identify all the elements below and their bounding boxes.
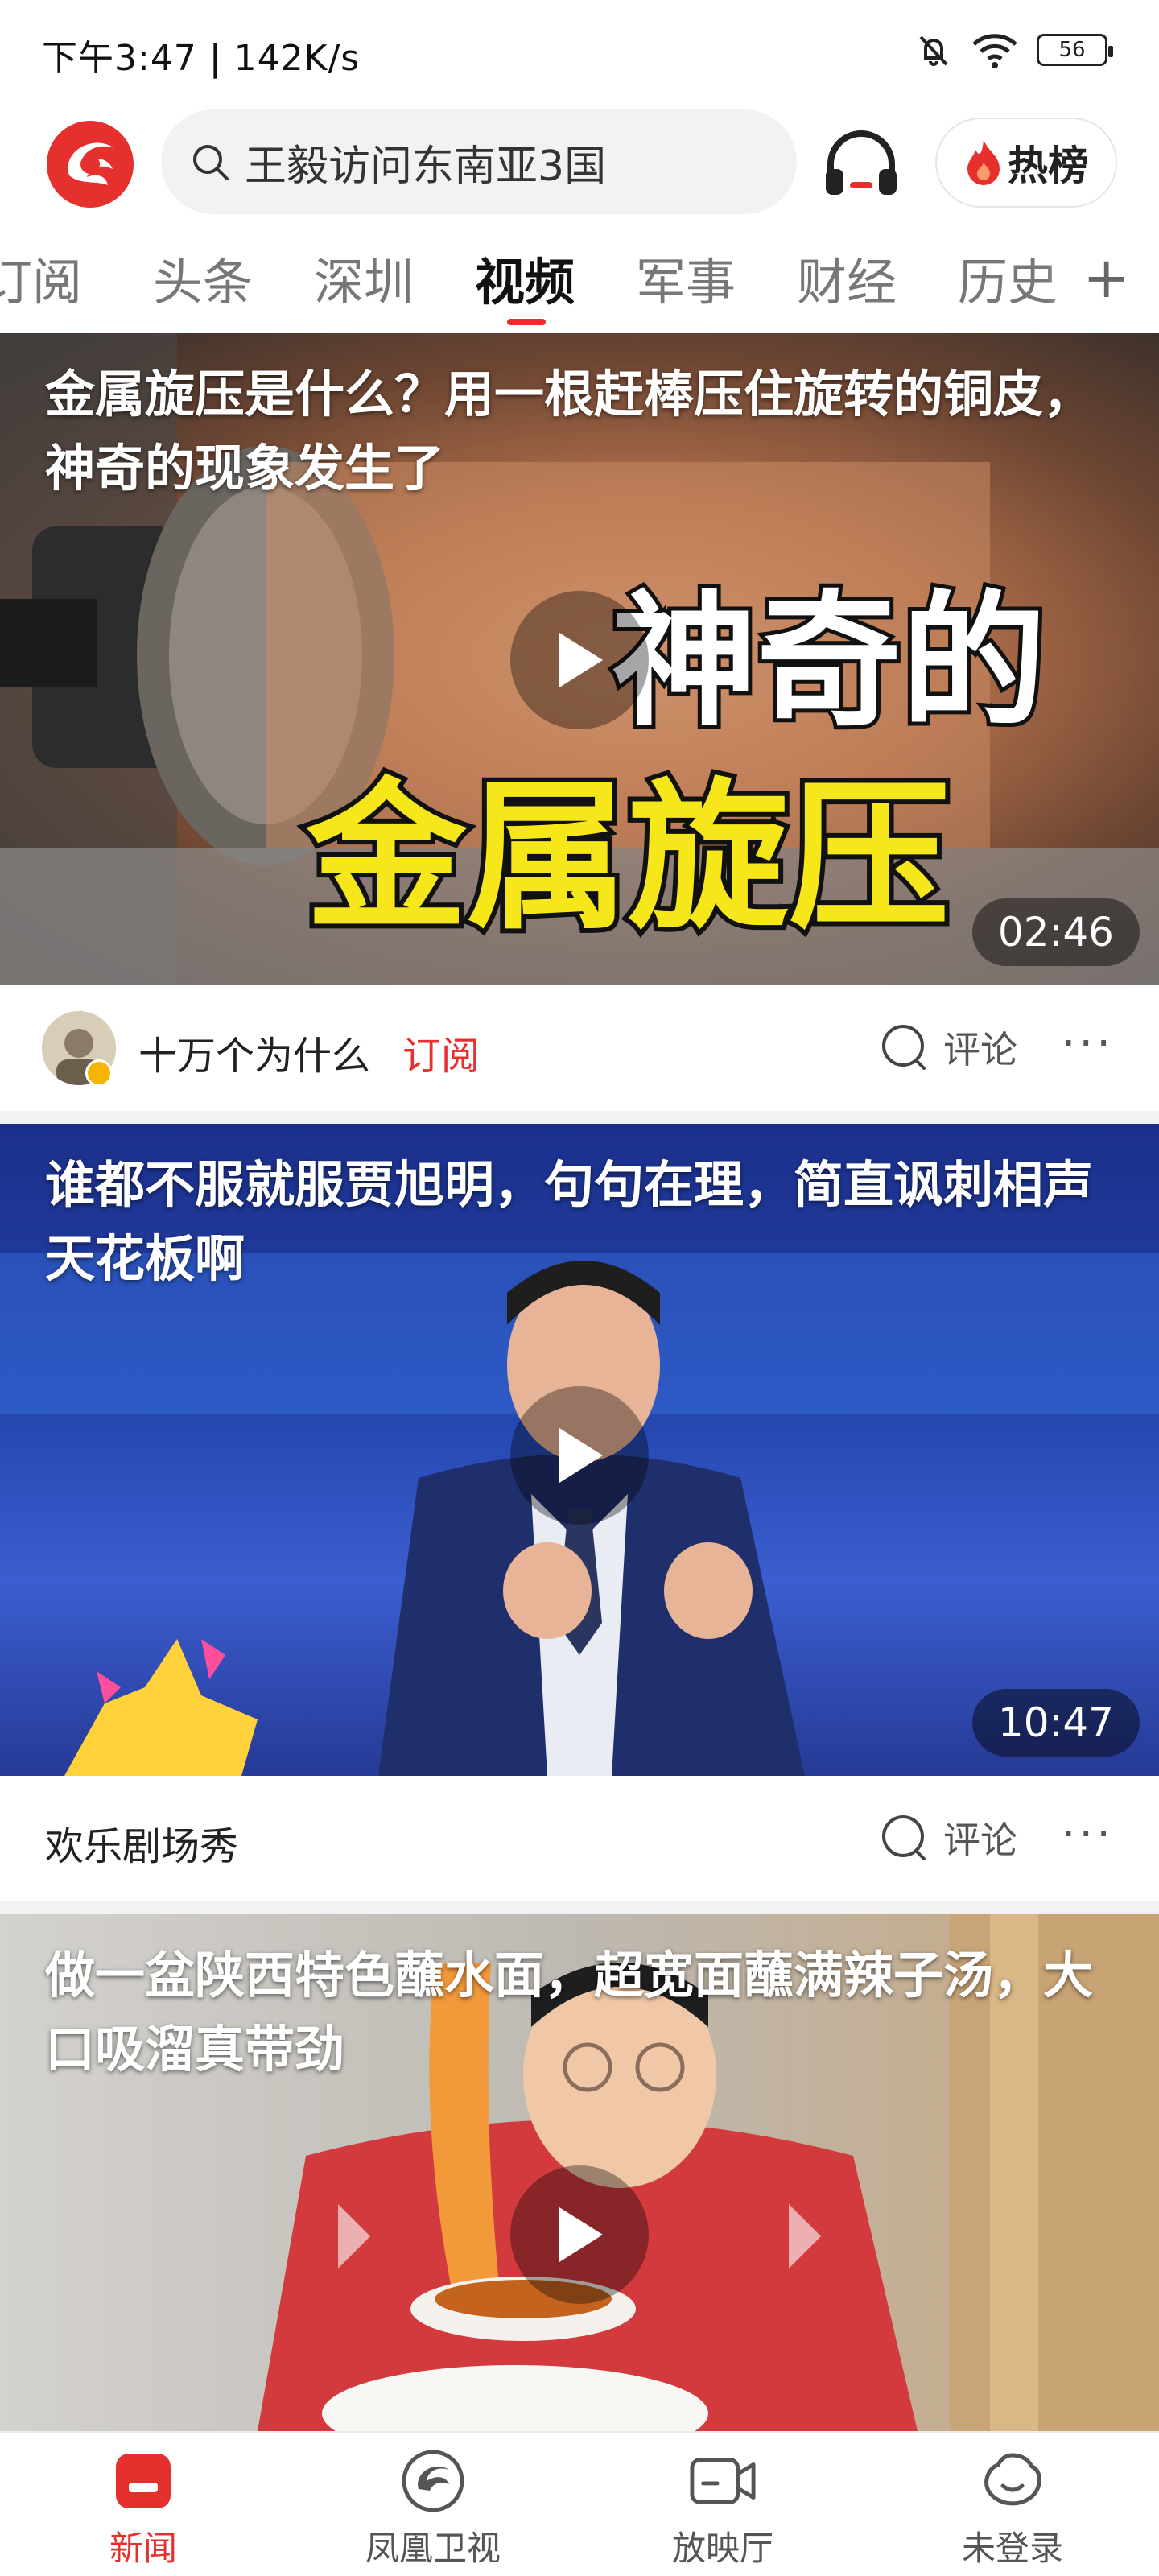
- bottom-navigation: 新闻 凤凰卫视 放映厅 未登录: [0, 2431, 1159, 2576]
- play-icon: [559, 633, 603, 687]
- author-name[interactable]: 欢乐剧场秀: [45, 1814, 238, 1871]
- video-duration: 02:46: [971, 898, 1140, 966]
- verified-badge-icon: [85, 1059, 113, 1087]
- battery-indicator: 56: [1037, 34, 1113, 66]
- video-meta: 欢乐剧场秀 评论 ···: [0, 1776, 1159, 1905]
- nav-news[interactable]: 新闻: [63, 2447, 224, 2570]
- overlay-text-1: 神奇的: [612, 578, 1046, 746]
- tab-finance[interactable]: 财经: [797, 242, 897, 314]
- video-thumbnail[interactable]: 神奇的 金属旋压 金属旋压是什么？用一根赶棒压住旋转的铜皮，神奇的现象发生了 0…: [0, 333, 1159, 985]
- tab-headlines[interactable]: 头条: [153, 242, 253, 314]
- app-header: 王毅访问东南亚3国 热榜: [0, 109, 1159, 217]
- phoenix-tv-icon: [402, 2450, 464, 2512]
- active-tab-indicator: [507, 319, 546, 325]
- tab-history[interactable]: 历史: [958, 242, 1058, 314]
- video-title: 谁都不服就服贾旭明，句句在理，简直讽刺相声天花板啊: [45, 1155, 1094, 1288]
- tab-video[interactable]: 视频: [475, 242, 575, 314]
- play-button[interactable]: [510, 2165, 649, 2304]
- status-bar: 下午3:47 | 142K/s 56: [0, 0, 1159, 103]
- nav-news-label: 新闻: [109, 2529, 177, 2568]
- video-title: 做一盆陕西特色蘸水面，超宽面蘸满辣子汤，大口吸溜真带劲: [45, 1946, 1094, 2079]
- mute-bell-icon: [919, 35, 948, 66]
- flame-icon: [967, 140, 1000, 185]
- video-camera-icon: [690, 2458, 756, 2504]
- hot-list-label: 热榜: [1008, 142, 1088, 189]
- comment-label: 评论: [943, 1818, 1017, 1862]
- play-icon: [559, 1428, 603, 1483]
- nav-cinema[interactable]: 放映厅: [642, 2447, 803, 2570]
- video-title: 金属旋压是什么？用一根赶棒压住旋转的铜皮，神奇的现象发生了: [45, 365, 1094, 497]
- more-options-icon[interactable]: ···: [1062, 1808, 1114, 1860]
- video-thumbnail[interactable]: 谁都不服就服贾旭明，句句在理，简直讽刺相声天花板啊 10:47: [0, 1124, 1159, 1776]
- tab-subscribe[interactable]: 订阅: [0, 242, 82, 314]
- search-bar[interactable]: 王毅访问东南亚3国: [161, 109, 797, 214]
- headphone-icon[interactable]: [821, 127, 901, 200]
- nav-phoenix-tv[interactable]: 凤凰卫视: [353, 2447, 514, 2570]
- play-button[interactable]: [510, 1386, 649, 1525]
- phoenix-logo-icon[interactable]: [45, 119, 135, 209]
- tab-shenzhen[interactable]: 深圳: [314, 242, 414, 314]
- comment-button[interactable]: 评论: [877, 1021, 1017, 1074]
- subscribe-button[interactable]: 订阅: [402, 1024, 480, 1080]
- comment-icon: [882, 1025, 926, 1070]
- play-icon: [559, 2207, 603, 2262]
- nav-profile-label: 未登录: [961, 2529, 1063, 2568]
- news-icon: [116, 2454, 171, 2508]
- video-duration: 10:47: [971, 1689, 1140, 1757]
- user-icon: [984, 2453, 1041, 2506]
- video-meta: 十万个为什么 订阅 评论 ···: [0, 985, 1159, 1114]
- search-placeholder: 王毅访问东南亚3国: [245, 142, 607, 191]
- comment-label: 评论: [943, 1028, 1017, 1071]
- overlay-text-2: 金属旋压: [305, 764, 950, 952]
- nav-cinema-label: 放映厅: [671, 2529, 773, 2568]
- hot-list-button[interactable]: 热榜: [935, 118, 1117, 208]
- more-options-icon[interactable]: ···: [1062, 1018, 1114, 1070]
- wifi-icon: [972, 34, 1017, 68]
- author-name[interactable]: 十万个为什么: [138, 1024, 370, 1080]
- play-button[interactable]: [510, 591, 649, 729]
- tab-military[interactable]: 军事: [636, 242, 736, 314]
- channel-tabs: 订阅 头条 深圳 视频 军事 财经 历史 +: [0, 242, 1159, 330]
- nav-phoenix-tv-label: 凤凰卫视: [365, 2529, 501, 2568]
- comment-button[interactable]: 评论: [877, 1811, 1017, 1864]
- add-channel-icon[interactable]: +: [1083, 245, 1130, 311]
- video-thumbnail[interactable]: 做一盆陕西特色蘸水面，超宽面蘸满辣子汤，大口吸溜真带劲: [0, 1914, 1159, 2431]
- status-icons: 56: [914, 31, 1113, 69]
- nav-profile[interactable]: 未登录: [932, 2447, 1093, 2570]
- status-time-speed: 下午3:47 | 142K/s: [42, 38, 361, 79]
- search-icon: [193, 145, 229, 180]
- comment-icon: [882, 1815, 926, 1860]
